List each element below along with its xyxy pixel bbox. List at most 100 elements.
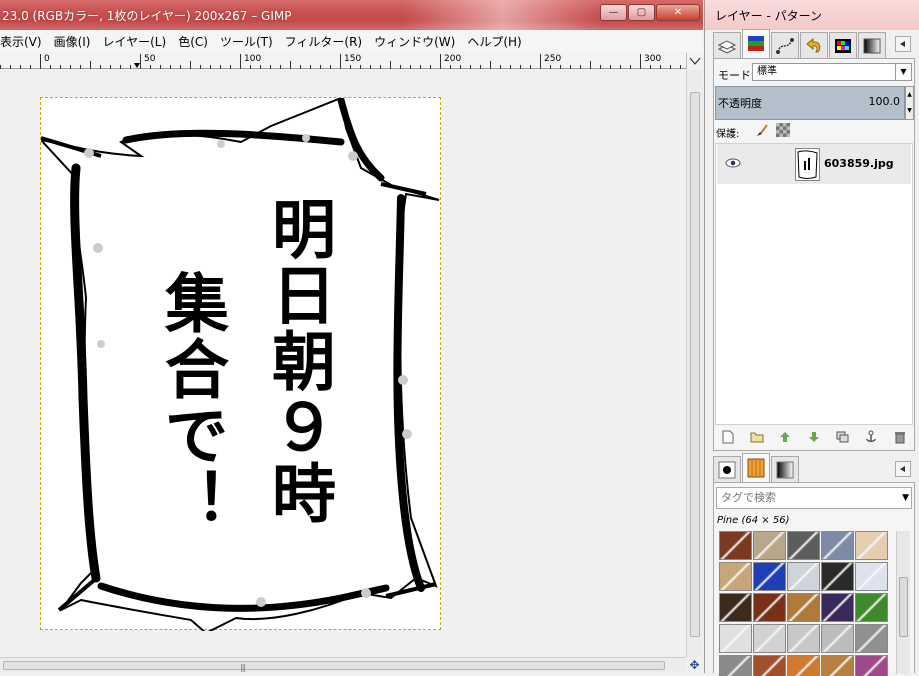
tag-search-dropdown[interactable]: タグで検索 ▼ [716, 487, 912, 509]
mode-dropdown[interactable]: 標準 ▼ [752, 63, 912, 81]
pattern-swatch[interactable] [753, 593, 786, 622]
pattern-swatch[interactable] [855, 624, 888, 653]
ruler-label: 150 [344, 54, 362, 64]
pattern-swatch[interactable] [821, 593, 854, 622]
maximize-button[interactable]: ▢ [628, 4, 655, 21]
ruler-label: 0 [44, 54, 50, 64]
arrow-up-icon [780, 432, 791, 442]
panel-menu-icon [900, 41, 905, 47]
tab-gradient[interactable] [858, 32, 886, 58]
panel-menu-button[interactable] [895, 36, 911, 52]
gradient-icon [863, 38, 881, 53]
pattern-tab-row [713, 452, 800, 482]
layer-list[interactable]: 603859.jpg [715, 143, 913, 425]
dock-title-bar[interactable]: レイヤー - パターン [705, 0, 919, 30]
pattern-swatch[interactable] [753, 562, 786, 591]
horizontal-scroll-thumb[interactable]: ||| [3, 661, 665, 672]
pattern-swatch[interactable] [787, 624, 820, 653]
pattern-swatch[interactable] [719, 531, 752, 560]
tab-gradients[interactable] [771, 456, 799, 482]
navigate-icon[interactable]: ✥ [686, 657, 703, 673]
menu-colors[interactable]: 色(C) [172, 33, 214, 50]
pattern-swatch[interactable] [821, 531, 854, 560]
minimize-button[interactable]: — [600, 4, 627, 21]
tab-undo-history[interactable] [800, 32, 828, 58]
ruler-label: 250 [544, 54, 562, 64]
mode-value: 標準 [757, 66, 777, 77]
lower-layer-button[interactable] [806, 429, 822, 445]
ruler-label: 50 [144, 54, 156, 64]
balloon-text: 明日朝９時 集合で！ [41, 98, 442, 631]
pattern-scroll-thumb[interactable] [899, 577, 908, 637]
lock-pixels-brush-icon[interactable] [754, 123, 768, 137]
horizontal-ruler[interactable]: 0 50 100 150 200 250 300 [0, 53, 686, 69]
new-layer-group-button[interactable] [749, 429, 765, 445]
quick-mask-toggle[interactable] [686, 53, 703, 69]
tab-channels[interactable] [742, 29, 770, 58]
close-button[interactable]: ✕ [656, 4, 700, 21]
pattern-swatch[interactable] [821, 624, 854, 653]
duplicate-layer-button[interactable] [835, 429, 851, 445]
opacity-slider[interactable]: 不透明度 100.0 [715, 86, 905, 120]
vertical-scrollbar[interactable] [686, 70, 703, 657]
pattern-grid[interactable] [719, 531, 889, 676]
pattern-swatch[interactable] [719, 562, 752, 591]
ruler-label: 300 [644, 54, 662, 64]
tab-patterns[interactable] [742, 453, 770, 482]
menu-windows[interactable]: ウィンドウ(W) [368, 33, 461, 50]
menu-layer[interactable]: レイヤー(L) [96, 33, 172, 50]
anchor-layer-button[interactable] [863, 429, 879, 445]
image-canvas[interactable]: 明日朝９時 集合で！ [0, 70, 685, 657]
pattern-swatch[interactable] [855, 531, 888, 560]
mode-label: モード: [718, 69, 755, 82]
pattern-swatch[interactable] [787, 531, 820, 560]
raise-layer-button[interactable] [777, 429, 793, 445]
lock-alpha-icon[interactable] [776, 123, 790, 137]
lock-label: 保護: [716, 129, 740, 140]
menu-tools[interactable]: ツール(T) [214, 33, 279, 50]
opacity-spin-buttons[interactable]: ▲ ▼ [905, 86, 914, 120]
layer-name: 603859.jpg [824, 157, 894, 170]
pattern-panel-menu-button[interactable] [895, 461, 911, 477]
pattern-swatch[interactable] [787, 562, 820, 591]
image-layer-boundary[interactable]: 明日朝９時 集合で！ [40, 97, 442, 631]
new-layer-button[interactable] [720, 429, 736, 445]
menu-view[interactable]: 表示(V) [0, 33, 48, 50]
tab-layers[interactable] [713, 32, 741, 58]
pattern-swatch[interactable] [855, 562, 888, 591]
pattern-swatch[interactable] [855, 593, 888, 622]
visibility-eye-icon[interactable] [725, 157, 741, 169]
layer-row[interactable]: 603859.jpg [717, 144, 911, 184]
duplicate-icon [836, 431, 849, 443]
pattern-swatch[interactable] [821, 562, 854, 591]
colormap-icon [835, 38, 851, 53]
tab-paths[interactable] [771, 32, 799, 58]
opacity-value: 100.0 [868, 95, 901, 108]
layers-icon [717, 39, 737, 54]
pattern-scrollbar[interactable] [896, 531, 910, 674]
trash-icon [894, 432, 905, 444]
paths-icon [776, 37, 794, 54]
horizontal-scrollbar[interactable]: ||| [0, 657, 686, 673]
pattern-swatch[interactable] [753, 624, 786, 653]
layer-thumbnail-image [797, 150, 818, 179]
tab-colormap[interactable] [829, 32, 857, 58]
selected-pattern-name: Pine (64 × 56) [717, 515, 790, 526]
menu-help[interactable]: ヘルプ(H) [461, 33, 527, 50]
delete-layer-button[interactable] [892, 429, 908, 445]
title-bar[interactable]: 23.0 (RGBカラー, 1枚のレイヤー) 200x267 – GIMP — … [0, 0, 703, 30]
channels-icon [748, 36, 764, 51]
pattern-swatch[interactable] [753, 531, 786, 560]
vertical-scroll-thumb[interactable] [690, 92, 700, 637]
tab-brushes[interactable] [713, 456, 741, 482]
text-line-left: 集合で！ [154, 270, 228, 534]
menu-filters[interactable]: フィルター(R) [279, 33, 368, 50]
pattern-swatch[interactable] [719, 593, 752, 622]
window-title: 23.0 (RGBカラー, 1枚のレイヤー) 200x267 – GIMP [2, 9, 292, 23]
pattern-swatch[interactable] [787, 593, 820, 622]
gimp-image-window: 23.0 (RGBカラー, 1枚のレイヤー) 200x267 – GIMP — … [0, 0, 703, 673]
pattern-swatch[interactable] [719, 624, 752, 653]
undo-history-icon [806, 37, 821, 52]
dock-title: レイヤー - パターン [715, 9, 822, 23]
menu-image[interactable]: 画像(I) [48, 33, 97, 50]
